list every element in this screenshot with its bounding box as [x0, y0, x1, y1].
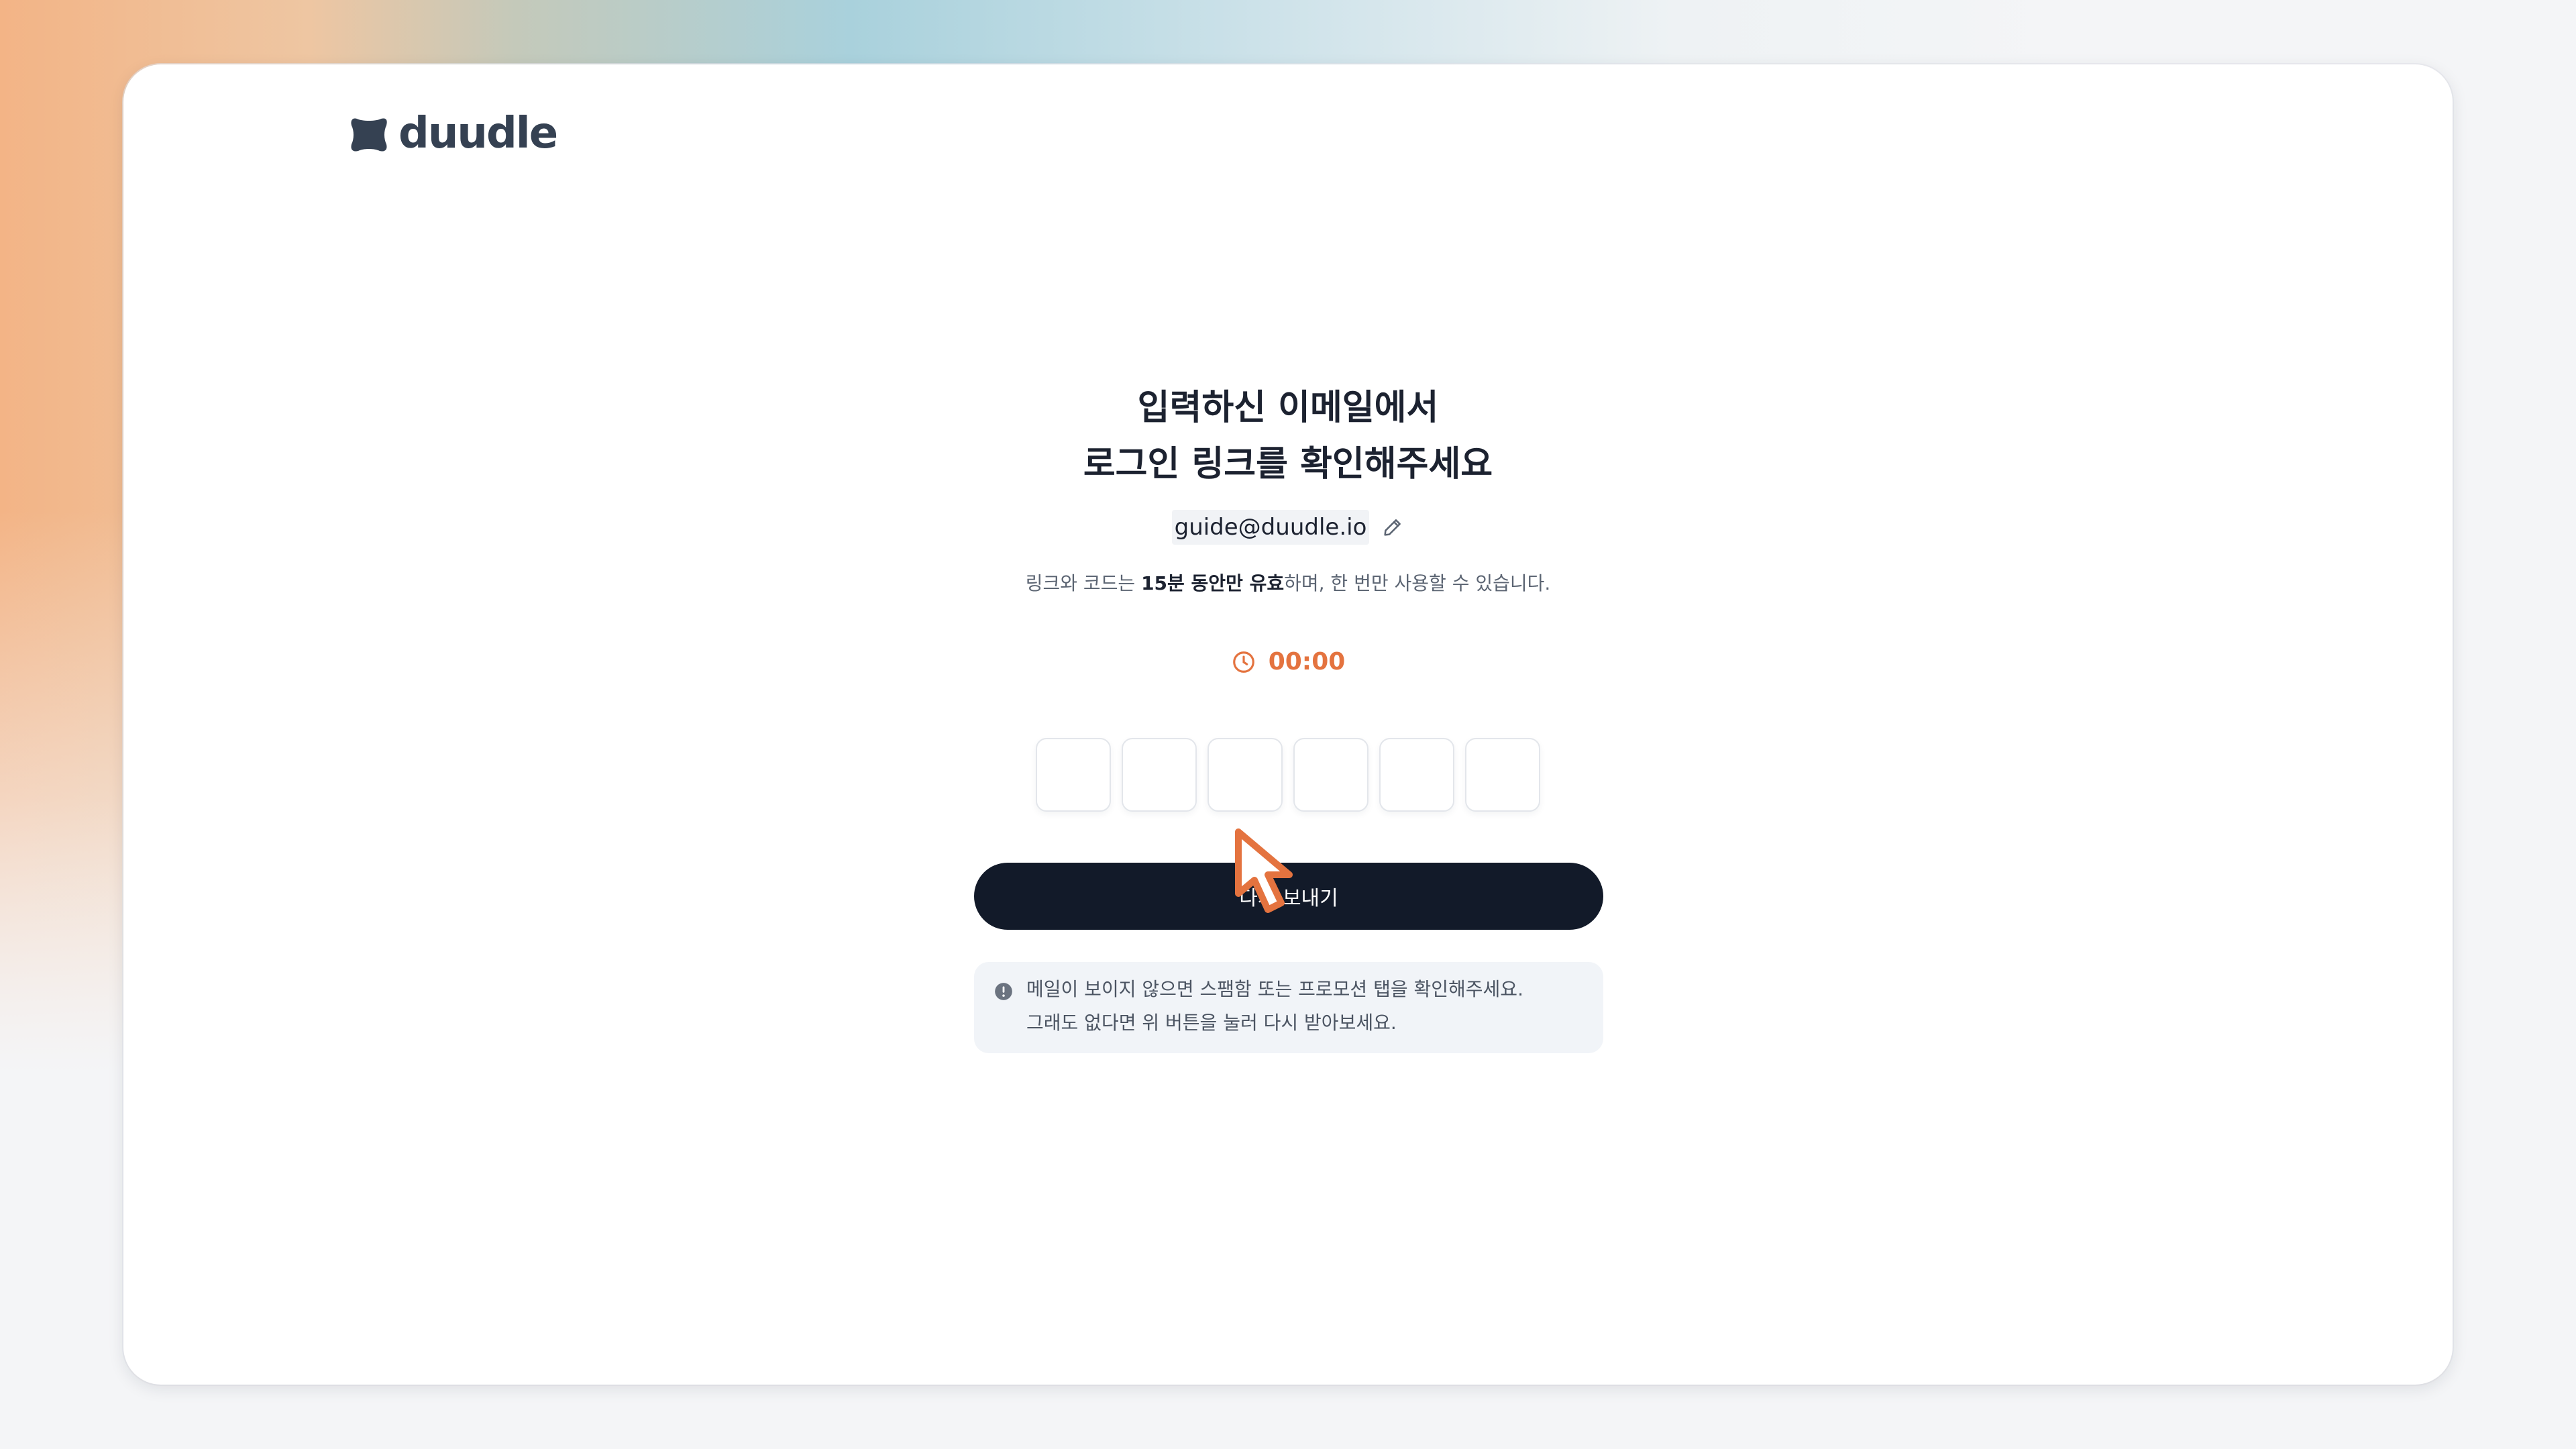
clock-icon: [1232, 651, 1254, 673]
code-input-4[interactable]: [1293, 738, 1368, 812]
validity-info-prefix: 링크와 코드는: [1025, 572, 1142, 594]
countdown-timer: 00:00: [123, 648, 2453, 676]
validity-info-suffix: 하며, 한 번만 사용할 수 있습니다.: [1284, 572, 1551, 594]
code-input-5[interactable]: [1379, 738, 1454, 812]
duudle-logo-icon: [351, 118, 387, 152]
validity-info: 링크와 코드는 15분 동안만 유효하며, 한 번만 사용할 수 있습니다.: [123, 569, 2453, 596]
pencil-icon[interactable]: [1381, 516, 1404, 539]
notice-line-2: 그래도 없다면 위 버튼을 눌러 다시 받아보세요.: [1026, 1012, 1397, 1034]
help-notice: 메일이 보이지 않으면 스팸함 또는 프로모션 탭을 확인해주세요. 그래도 없…: [974, 962, 1603, 1053]
code-input-2[interactable]: [1122, 738, 1197, 812]
email-row: guide@duudle.io: [123, 510, 2453, 545]
brand-logo[interactable]: duudle: [349, 97, 558, 170]
page-title: 입력하신 이메일에서 로그인 링크를 확인해주세요: [123, 380, 2453, 492]
resend-button[interactable]: 다시 보내기: [974, 863, 1603, 930]
email-address: guide@duudle.io: [1171, 510, 1370, 545]
code-input-6[interactable]: [1465, 738, 1540, 812]
brand-name: duudle: [398, 109, 558, 158]
verification-code-inputs: [123, 738, 2453, 812]
notice-line-1: 메일이 보이지 않으면 스팸함 또는 프로모션 탭을 확인해주세요.: [1026, 978, 1523, 1000]
code-input-1[interactable]: [1036, 738, 1111, 812]
title-line-1: 입력하신 이메일에서: [1137, 388, 1439, 428]
title-line-2: 로그인 링크를 확인해주세요: [1083, 444, 1493, 484]
login-card: duudle 입력하신 이메일에서 로그인 링크를 확인해주세요 guide@d…: [123, 64, 2453, 1385]
notice-text: 메일이 보이지 않으면 스팸함 또는 프로모션 탭을 확인해주세요. 그래도 없…: [1026, 973, 1523, 1040]
code-input-3[interactable]: [1208, 738, 1283, 812]
timer-value: 00:00: [1268, 648, 1346, 676]
validity-info-emphasis: 15분 동안만 유효: [1141, 572, 1285, 594]
info-icon: [995, 983, 1012, 1000]
